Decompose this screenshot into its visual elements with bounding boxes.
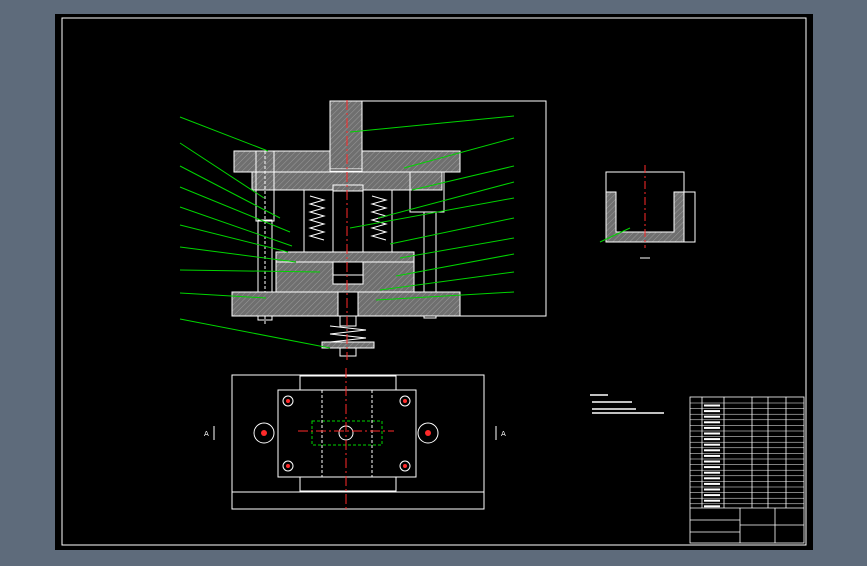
cad-viewport[interactable]: A A [0,0,867,562]
parts-list-row-text-mark [704,443,720,446]
parts-list-row-text-mark [704,432,720,435]
parts-list-row-text-mark [704,426,720,429]
parts-list-row-text-mark [704,421,720,424]
parts-list-row-text-mark [704,415,720,418]
parts-list-row-text-mark [704,494,720,497]
parts-list-row-text-mark [704,499,720,502]
parts-list-row-text-mark [704,505,720,508]
parts-list-row-text-mark [704,410,720,413]
svg-text:A: A [204,430,209,438]
parts-list-row-text-mark [704,471,720,474]
drawing-canvas[interactable] [55,14,813,550]
parts-list-row-text-mark [704,460,720,463]
parts-list-row-text-mark [704,438,720,441]
parts-list-row-text-mark [704,488,720,491]
parts-list-row-text-mark [704,449,720,452]
parts-list-row-text-mark [704,477,720,480]
svg-text:A: A [501,430,506,438]
parts-list-row-text-mark [704,482,720,485]
parts-list-row-text-mark [704,466,720,469]
parts-list-row-text-mark [704,404,720,407]
parts-list-row-text-mark [704,454,720,457]
